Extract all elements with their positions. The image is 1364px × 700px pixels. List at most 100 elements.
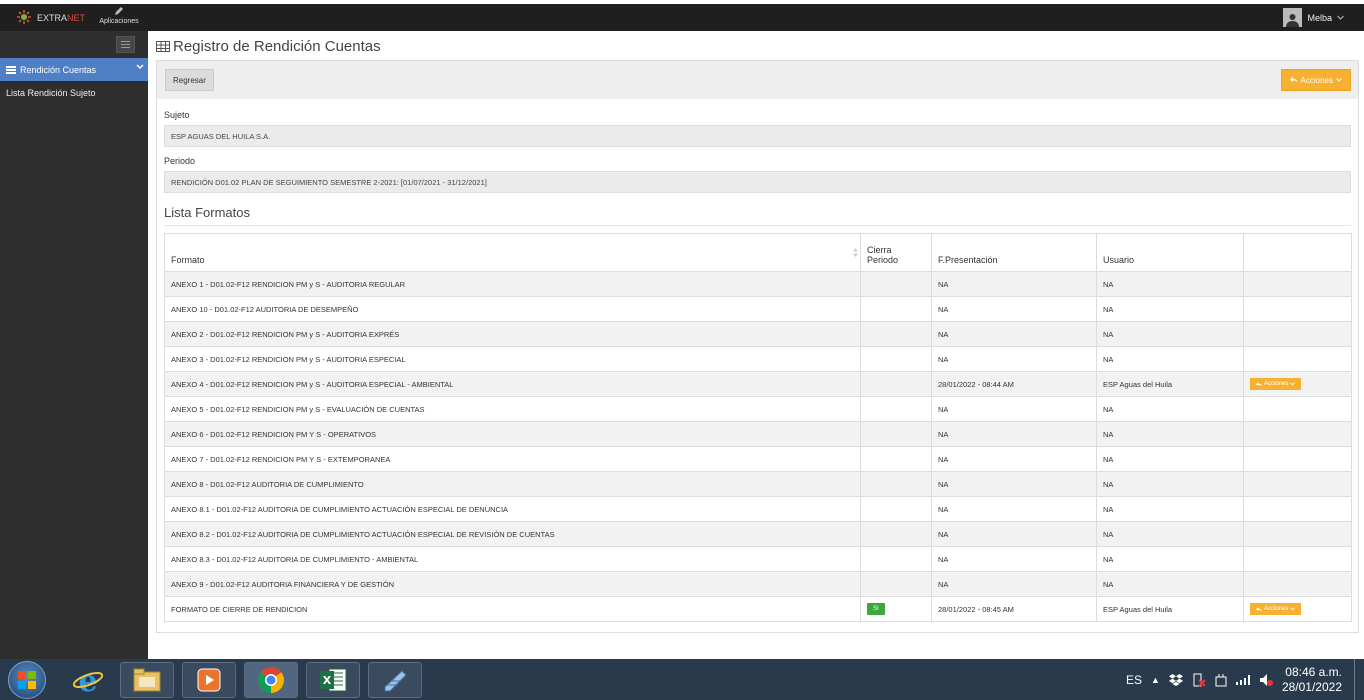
top-navbar: EXTRANET Aplicaciones Melba bbox=[0, 4, 1364, 31]
sidebar-item-label: Rendición Cuentas bbox=[20, 64, 97, 75]
windows-logo-icon bbox=[18, 671, 36, 689]
svg-text:X: X bbox=[323, 674, 332, 687]
cell-usuario: NA bbox=[1096, 446, 1244, 472]
cell-actions bbox=[1243, 496, 1352, 522]
show-hidden-icons-icon[interactable]: ▲ bbox=[1151, 675, 1160, 685]
cell-fpresentacion: NA bbox=[931, 396, 1097, 422]
taskbar-file-explorer[interactable] bbox=[120, 662, 174, 698]
sidebar-item-rendicion-cuentas[interactable]: Rendición Cuentas bbox=[0, 58, 148, 81]
cell-actions bbox=[1243, 521, 1352, 547]
cell-cierra-periodo bbox=[860, 471, 932, 497]
cell-cierra-periodo bbox=[860, 321, 932, 347]
cell-fpresentacion: 28/01/2022 - 08:45 AM bbox=[931, 596, 1097, 622]
table-header-row: Formato Cierra Periodo F.Presentación Usu… bbox=[164, 233, 1352, 272]
cell-actions bbox=[1243, 446, 1352, 472]
cell-actions bbox=[1243, 296, 1352, 322]
actions-button[interactable]: Acciones bbox=[1280, 69, 1351, 91]
signal-icon[interactable] bbox=[1235, 675, 1250, 685]
cell-fpresentacion: NA bbox=[931, 321, 1097, 347]
cell-actions bbox=[1243, 546, 1352, 572]
power-icon[interactable] bbox=[1215, 673, 1227, 687]
chevron-down-icon bbox=[1290, 382, 1296, 386]
start-button[interactable] bbox=[8, 661, 46, 699]
cell-actions: Acciones bbox=[1243, 596, 1352, 622]
language-indicator[interactable]: ES bbox=[1126, 673, 1142, 687]
header-formato[interactable]: Formato bbox=[164, 233, 861, 272]
cell-formato: ANEXO 8.1 - D01.02-F12 AUDITORIA DE CUMP… bbox=[164, 496, 861, 522]
action-center-icon[interactable] bbox=[1192, 673, 1206, 687]
row-actions-label: Acciones bbox=[1264, 381, 1289, 387]
cell-fpresentacion: NA bbox=[931, 496, 1097, 522]
cell-formato: ANEXO 8.3 - D01.02-F12 AUDITORIA DE CUMP… bbox=[164, 546, 861, 572]
clock-time: 08:46 a.m. bbox=[1285, 665, 1342, 679]
user-menu[interactable]: Melba bbox=[1283, 8, 1344, 27]
row-actions-button[interactable]: Acciones bbox=[1250, 603, 1302, 615]
back-button[interactable]: Regresar bbox=[165, 69, 214, 91]
user-icon bbox=[1286, 14, 1300, 27]
excel-icon: X bbox=[320, 668, 347, 692]
header-usuario: Usuario bbox=[1096, 233, 1244, 272]
cell-formato: FORMATO DE CIERRE DE RENDICION bbox=[164, 596, 861, 622]
table-row: FORMATO DE CIERRE DE RENDICION SI 28/01/20… bbox=[164, 596, 1352, 622]
sujeto-label: Sujeto bbox=[164, 110, 190, 120]
volume-muted-icon[interactable] bbox=[1259, 673, 1273, 687]
pencil-icon bbox=[115, 7, 123, 15]
cell-fpresentacion: NA bbox=[931, 421, 1097, 447]
sort-icon bbox=[853, 248, 858, 257]
internet-explorer-icon: e bbox=[73, 665, 103, 695]
header-formato-label: Formato bbox=[171, 255, 205, 265]
cell-usuario: NA bbox=[1096, 271, 1244, 297]
dropbox-icon[interactable] bbox=[1168, 674, 1183, 686]
table-row: ANEXO 2 - D01.02-F12 RENDICION PM y S - … bbox=[164, 321, 1352, 347]
table-row: ANEXO 7 - D01.02-F12 RENDICION PM Y S - … bbox=[164, 446, 1352, 472]
show-desktop-button[interactable] bbox=[1354, 659, 1364, 700]
cell-usuario: NA bbox=[1096, 496, 1244, 522]
header-cierra-line2: Periodo bbox=[867, 255, 899, 265]
cell-usuario: NA bbox=[1096, 396, 1244, 422]
cell-usuario: ESP Aguas del Huila bbox=[1096, 371, 1244, 397]
content-panel: Regresar Acciones Sujeto ESP AGUAS DEL H… bbox=[156, 60, 1359, 633]
reply-icon bbox=[1256, 606, 1262, 612]
table-icon bbox=[156, 41, 170, 52]
cell-usuario: NA bbox=[1096, 421, 1244, 447]
cell-usuario: NA bbox=[1096, 546, 1244, 572]
applications-button[interactable]: Aplicaciones bbox=[96, 6, 142, 25]
svg-text:e: e bbox=[78, 665, 97, 695]
sidebar-toggle-button[interactable] bbox=[116, 36, 135, 53]
cell-cierra-periodo bbox=[860, 271, 932, 297]
taskbar-notepad[interactable] bbox=[368, 662, 422, 698]
cell-fpresentacion: NA bbox=[931, 446, 1097, 472]
formats-table: Formato Cierra Periodo F.Presentación Usu… bbox=[164, 233, 1352, 622]
row-actions-button[interactable]: Acciones bbox=[1250, 378, 1302, 390]
clock[interactable]: 08:46 a.m. 28/01/2022 bbox=[1282, 665, 1342, 695]
page-title: Registro de Rendición Cuentas bbox=[156, 38, 381, 55]
cell-cierra-periodo bbox=[860, 521, 932, 547]
brand-logo[interactable]: EXTRANET bbox=[16, 9, 85, 27]
cell-fpresentacion: NA bbox=[931, 271, 1097, 297]
reply-icon bbox=[1289, 77, 1298, 83]
cell-formato: ANEXO 9 - D01.02-F12 AUDITORIA FINANCIER… bbox=[164, 571, 861, 597]
taskbar-media-app[interactable] bbox=[182, 662, 236, 698]
periodo-label: Periodo bbox=[164, 156, 196, 166]
cell-cierra-periodo bbox=[860, 371, 932, 397]
cell-fpresentacion: NA bbox=[931, 521, 1097, 547]
toolbar: Regresar Acciones bbox=[157, 61, 1358, 99]
cell-fpresentacion: NA bbox=[931, 346, 1097, 372]
list-icon bbox=[6, 65, 16, 74]
extranet-logo-icon bbox=[16, 9, 32, 27]
brand-name-part1: EXTRA bbox=[37, 13, 68, 23]
cell-actions bbox=[1243, 471, 1352, 497]
cell-cierra-periodo bbox=[860, 421, 932, 447]
cell-actions: Acciones bbox=[1243, 371, 1352, 397]
cell-cierra-periodo bbox=[860, 496, 932, 522]
cell-fpresentacion: 28/01/2022 - 08:44 AM bbox=[931, 371, 1097, 397]
taskbar-ie[interactable]: e bbox=[66, 663, 110, 697]
table-row: ANEXO 8.1 - D01.02-F12 AUDITORIA DE CUMP… bbox=[164, 496, 1352, 522]
taskbar-excel[interactable]: X bbox=[306, 662, 360, 698]
cell-formato: ANEXO 6 - D01.02-F12 RENDICION PM Y S - … bbox=[164, 421, 861, 447]
cell-actions bbox=[1243, 321, 1352, 347]
sidebar-item-lista-rendicion-sujeto[interactable]: Lista Rendición Sujeto bbox=[6, 88, 96, 98]
cell-fpresentacion: NA bbox=[931, 296, 1097, 322]
taskbar-chrome[interactable] bbox=[244, 662, 298, 698]
notepad-icon bbox=[384, 670, 407, 692]
